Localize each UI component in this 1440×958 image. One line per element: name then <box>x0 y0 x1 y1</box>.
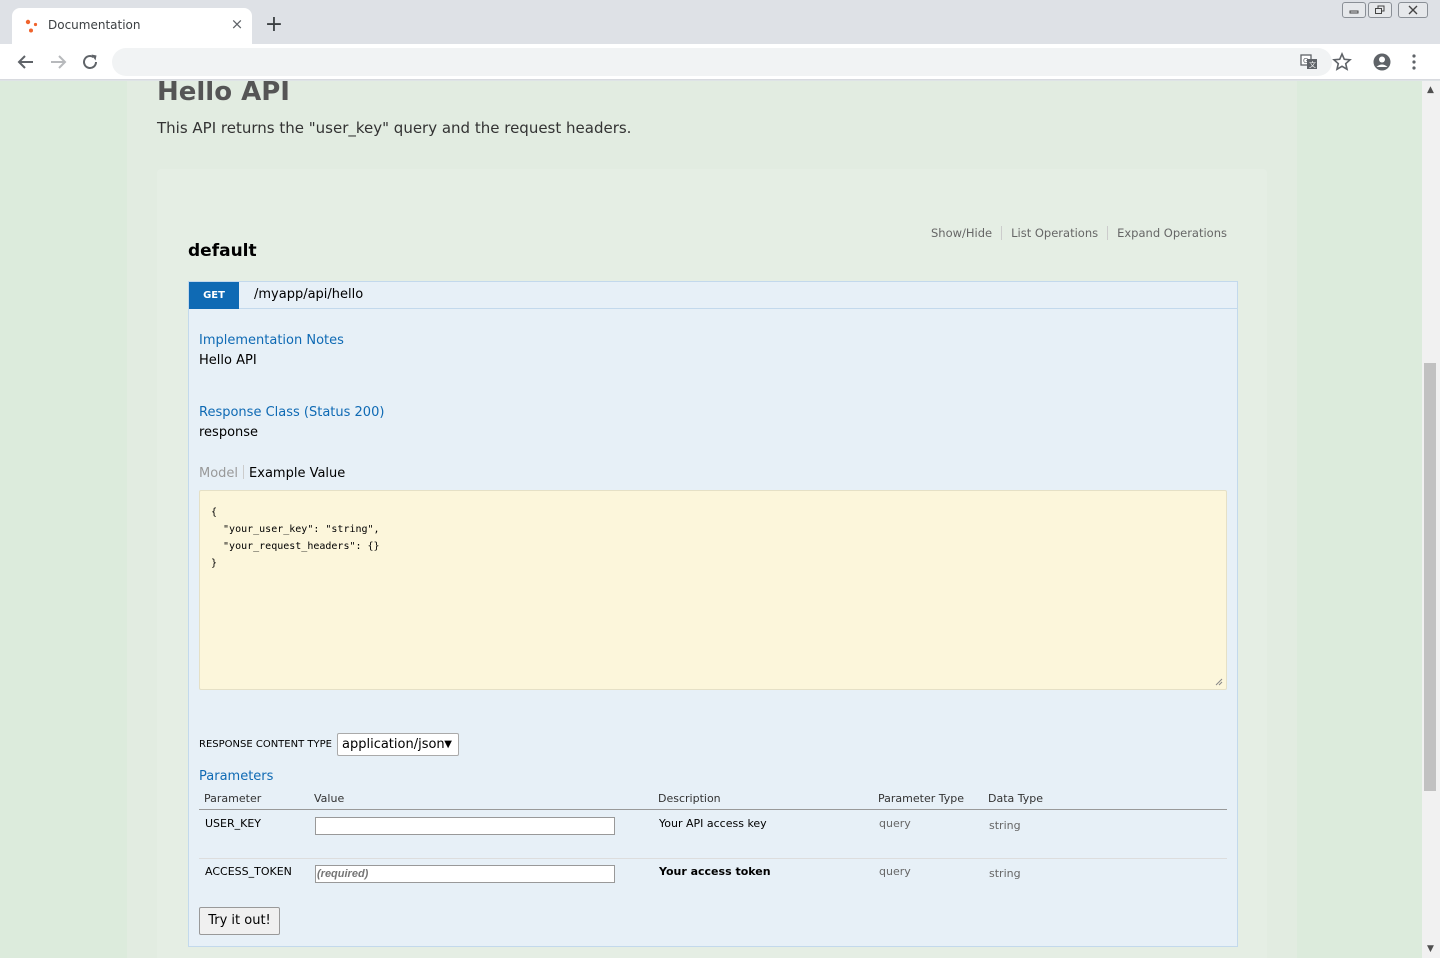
operation-panel: GET /myapp/api/hello Implementation Note… <box>188 281 1238 947</box>
resize-grip-icon[interactable] <box>1215 678 1223 686</box>
menu-dots-icon[interactable] <box>1403 51 1425 73</box>
example-value-snippet[interactable]: { "your_user_key": "string", "your_reque… <box>199 490 1227 690</box>
signature-tabs: Model Example Value <box>199 465 345 481</box>
implementation-notes-text: Hello API <box>199 353 257 368</box>
list-operations-link[interactable]: List Operations <box>1001 226 1107 240</box>
browser-toolbar: G 文 <box>0 44 1440 80</box>
browser-tab[interactable]: Documentation × <box>12 8 252 44</box>
new-tab-button[interactable]: + <box>262 13 286 37</box>
forward-arrow-icon[interactable] <box>47 51 69 73</box>
param-name: USER_KEY <box>205 817 262 830</box>
translate-icon[interactable]: G 文 <box>1298 51 1320 73</box>
scroll-down-arrow-icon[interactable]: ▼ <box>1427 944 1434 954</box>
param-data-type: string <box>989 819 1021 832</box>
http-method-badge[interactable]: GET <box>189 282 239 309</box>
col-value: Value <box>314 792 345 805</box>
close-icon <box>1408 5 1418 15</box>
dropdown-arrow-icon: ▼ <box>444 739 452 750</box>
param-data-type: string <box>989 867 1021 880</box>
snippet-line: { <box>211 507 218 518</box>
col-parameter-type: Parameter Type <box>878 792 964 805</box>
response-content-type-label: RESPONSE CONTENT TYPE <box>199 739 332 750</box>
api-description: This API returns the "user_key" query an… <box>157 119 632 137</box>
param-description: Your API access key <box>659 817 767 830</box>
param-name: ACCESS_TOKEN <box>205 865 292 878</box>
access-token-input[interactable] <box>315 865 615 883</box>
resource-name[interactable]: default <box>188 241 257 261</box>
snippet-line: "your_user_key": "string", <box>211 524 380 535</box>
expand-operations-link[interactable]: Expand Operations <box>1107 226 1227 240</box>
back-arrow-icon[interactable] <box>15 51 37 73</box>
resource-links: Show/Hide List Operations Expand Operation… <box>922 226 1227 240</box>
header-divider <box>199 809 1227 810</box>
param-description: Your access token <box>659 865 771 878</box>
model-tab[interactable]: Model <box>199 466 238 481</box>
favicon-icon <box>25 19 38 33</box>
vertical-scrollbar[interactable]: ▲ ▼ <box>1422 81 1440 958</box>
snippet-line: } <box>211 558 218 569</box>
col-data-type: Data Type <box>988 792 1044 805</box>
param-type: query <box>879 865 911 878</box>
minimize-icon <box>1349 10 1359 14</box>
response-class-heading: Response Class (Status 200) <box>199 405 385 420</box>
scrollbar-thumb[interactable] <box>1424 363 1436 791</box>
svg-text:G: G <box>1303 57 1308 65</box>
param-type: query <box>879 817 911 830</box>
scroll-up-arrow-icon[interactable]: ▲ <box>1427 85 1434 95</box>
address-bar[interactable] <box>112 48 1332 76</box>
reload-icon[interactable] <box>79 51 101 73</box>
api-title: Hello API <box>157 81 290 107</box>
window-close-button[interactable] <box>1398 2 1428 18</box>
tab-title: Documentation <box>48 18 141 32</box>
profile-avatar-icon[interactable] <box>1371 51 1393 73</box>
restore-icon <box>1375 5 1385 14</box>
tab-close-icon[interactable]: × <box>228 15 246 33</box>
tab-strip: Documentation × + <box>0 0 1440 44</box>
tab-separator <box>243 465 245 479</box>
example-value-tab[interactable]: Example Value <box>249 466 345 481</box>
operation-heading[interactable]: GET /myapp/api/hello <box>189 282 1237 309</box>
col-parameter: Parameter <box>204 792 262 805</box>
bookmark-star-icon[interactable] <box>1331 51 1353 73</box>
parameters-heading: Parameters <box>199 769 274 784</box>
response-class-text: response <box>199 425 259 440</box>
select-value: application/json <box>342 737 445 752</box>
try-it-out-button[interactable]: Try it out! <box>199 907 280 935</box>
user-key-input[interactable] <box>315 817 615 835</box>
col-description: Description <box>658 792 721 805</box>
row-divider <box>199 858 1227 859</box>
response-content-type-select[interactable]: application/json ▼ <box>337 733 459 756</box>
page-column: Hello API This API returns the "user_key… <box>127 81 1297 958</box>
page-viewport: Hello API This API returns the "user_key… <box>0 81 1422 958</box>
svg-text:文: 文 <box>1309 60 1316 69</box>
restore-button[interactable] <box>1368 2 1392 18</box>
show-hide-link[interactable]: Show/Hide <box>922 226 1001 240</box>
resource-panel: default Show/Hide List Operations Expand O… <box>157 169 1267 958</box>
snippet-line: "your_request_headers": {} <box>211 541 380 552</box>
minimize-button[interactable] <box>1342 2 1366 18</box>
implementation-notes-heading: Implementation Notes <box>199 333 344 348</box>
operation-path[interactable]: /myapp/api/hello <box>254 287 363 302</box>
